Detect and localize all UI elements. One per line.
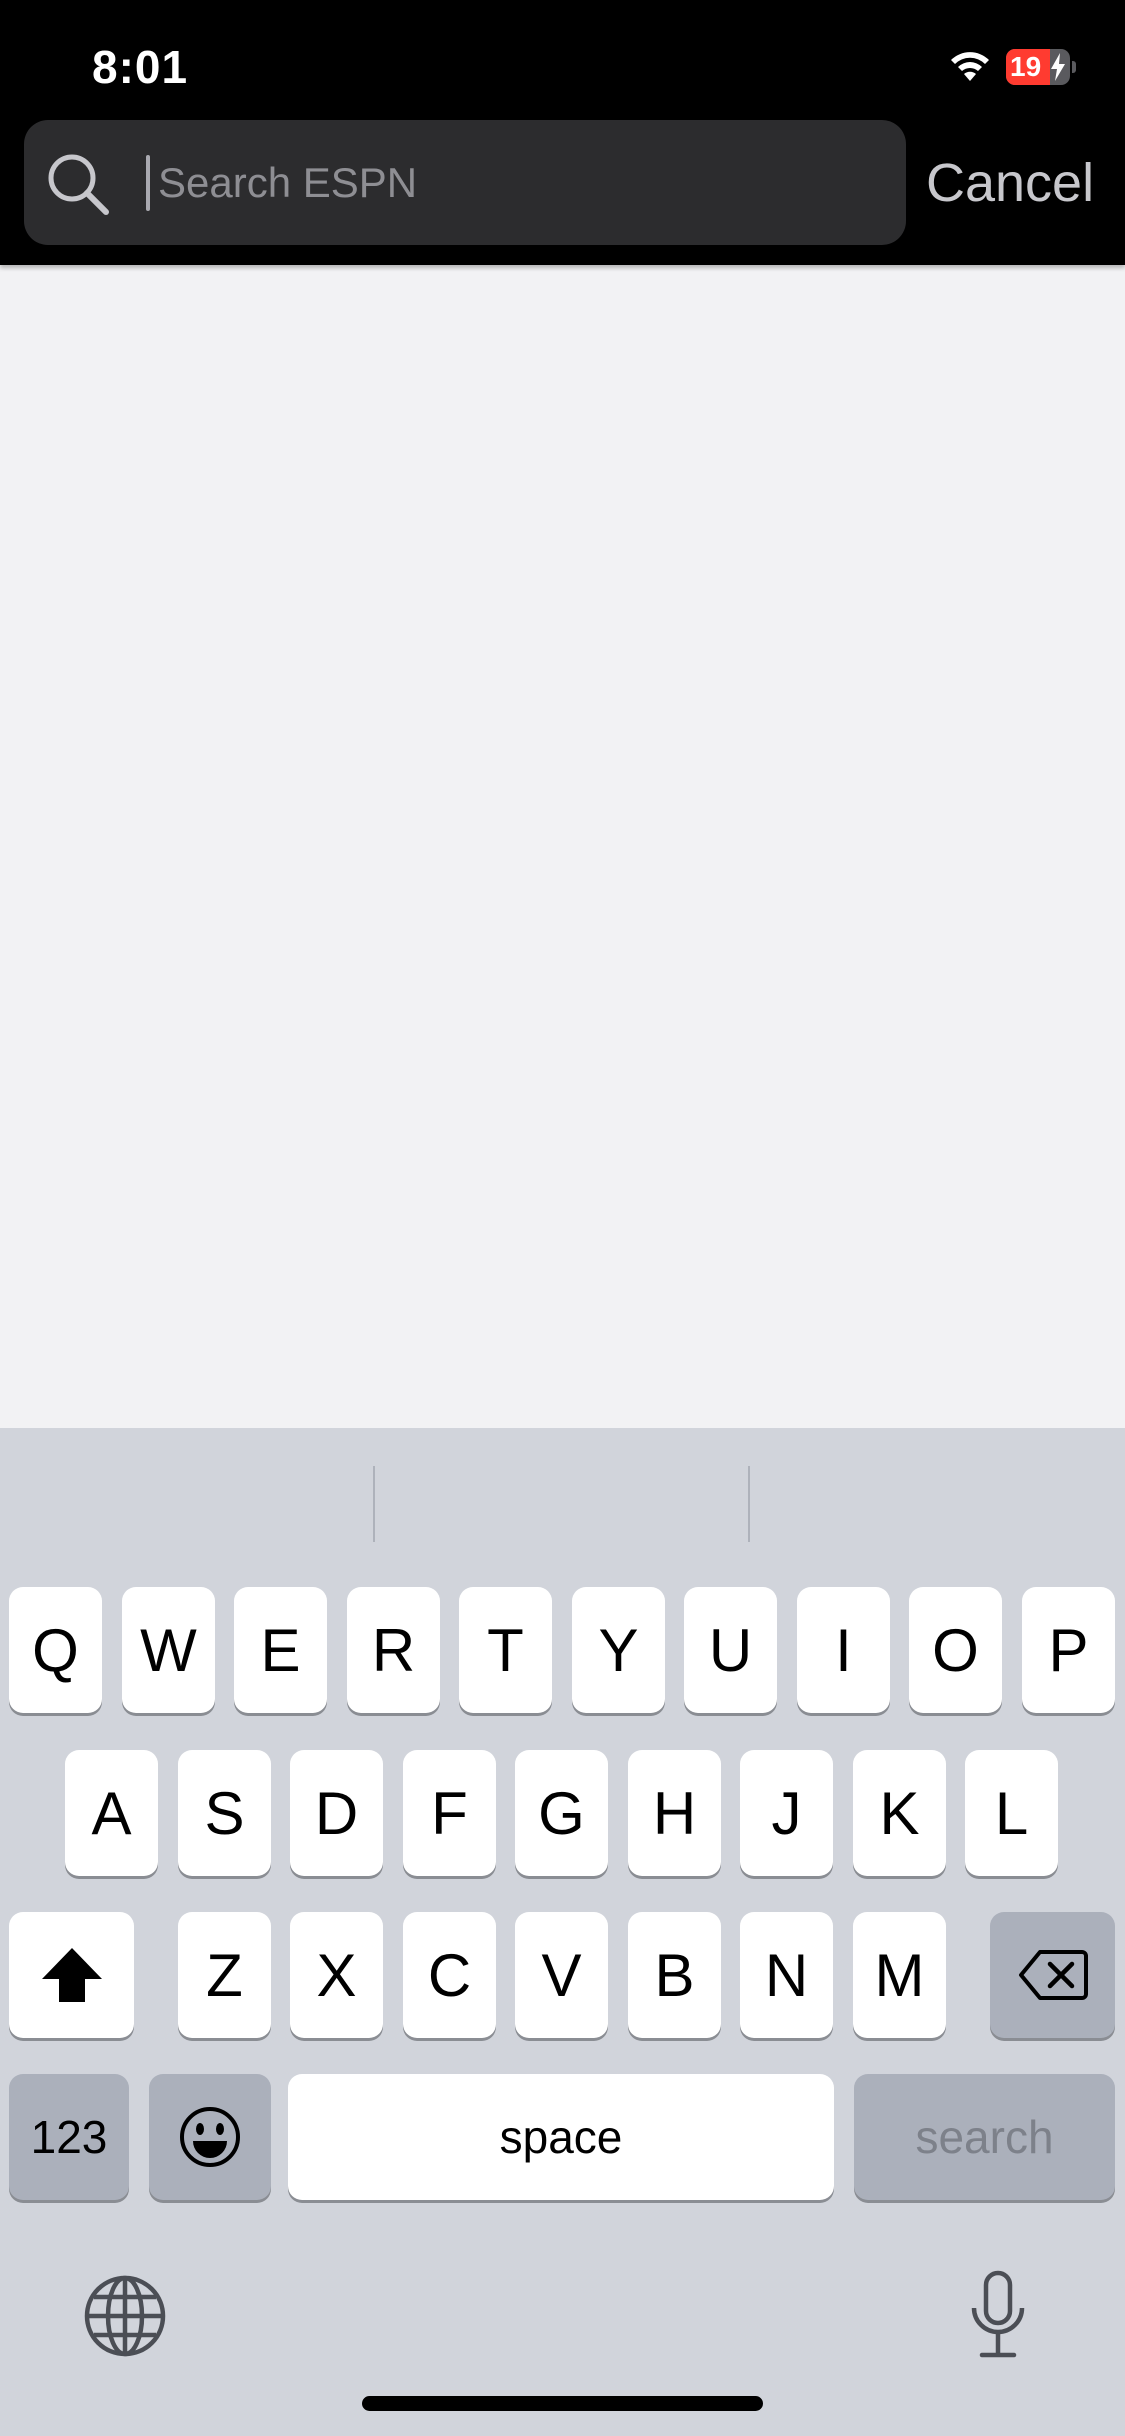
delete-icon [1018,1950,1088,2000]
shift-key[interactable] [9,1912,134,2038]
key-s[interactable]: S [178,1750,271,1876]
status-time: 8:01 [92,41,189,93]
key-n[interactable]: N [740,1912,833,2038]
key-x[interactable]: X [290,1912,383,2038]
results-area [0,265,1125,1428]
key-c[interactable]: C [403,1912,496,2038]
key-u[interactable]: U [684,1587,777,1713]
battery-icon: 19 [1006,49,1076,85]
key-w[interactable]: W [122,1587,215,1713]
microphone-icon[interactable] [966,2270,1030,2360]
search-icon [48,154,109,215]
search-bar[interactable] [24,120,906,245]
key-p[interactable]: P [1022,1587,1115,1713]
charging-bolt-icon [1051,53,1065,81]
key-l[interactable]: L [965,1750,1058,1876]
shift-icon [41,1948,102,2002]
suggestion-divider [748,1466,750,1542]
key-b[interactable]: B [628,1912,721,2038]
key-f[interactable]: F [403,1750,496,1876]
key-a[interactable]: A [65,1750,158,1876]
space-key[interactable]: space [288,2074,834,2200]
suggestion-divider [373,1466,375,1542]
delete-key[interactable] [990,1912,1115,2038]
key-y[interactable]: Y [572,1587,665,1713]
wifi-icon [951,52,989,81]
key-m[interactable]: M [853,1912,946,2038]
status-bar: 8:01 19 [0,0,1125,120]
keyboard: Q W E R T Y U I O P A S D F G H J K L Z … [0,1428,1125,2436]
key-d[interactable]: D [290,1750,383,1876]
key-t[interactable]: T [459,1587,552,1713]
key-h[interactable]: H [628,1750,721,1876]
home-indicator[interactable] [362,2396,763,2411]
key-z[interactable]: Z [178,1912,271,2038]
battery-level: 19 [1010,51,1042,82]
globe-icon[interactable] [84,2275,166,2357]
key-e[interactable]: E [234,1587,327,1713]
emoji-icon [180,2107,240,2167]
key-r[interactable]: R [347,1587,440,1713]
cancel-button[interactable]: Cancel [926,152,1094,214]
key-g[interactable]: G [515,1750,608,1876]
key-j[interactable]: J [740,1750,833,1876]
key-v[interactable]: V [515,1912,608,2038]
key-i[interactable]: I [797,1587,890,1713]
numbers-key[interactable]: 123 [9,2074,129,2200]
search-input[interactable] [150,142,878,224]
key-q[interactable]: Q [9,1587,102,1713]
key-k[interactable]: K [853,1750,946,1876]
emoji-key[interactable] [149,2074,271,2200]
search-key[interactable]: search [854,2074,1115,2200]
search-header: Cancel [0,120,1125,265]
key-o[interactable]: O [909,1587,1002,1713]
